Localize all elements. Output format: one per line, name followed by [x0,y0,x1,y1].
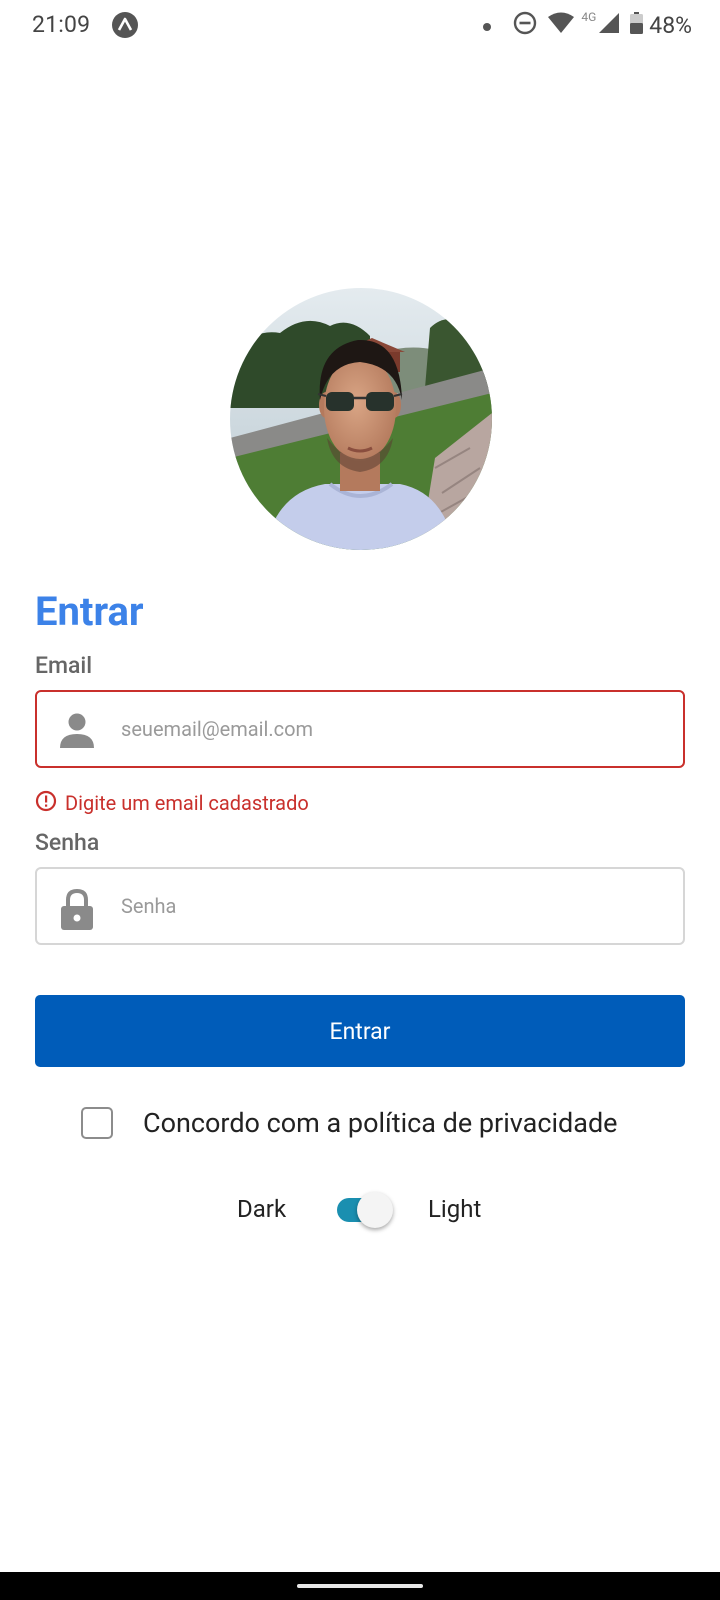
theme-toggle-thumb[interactable] [357,1192,393,1228]
email-label: Email [35,652,93,679]
theme-light-label: Light [428,1195,482,1223]
email-error-text: Digite um email cadastrado [65,791,309,815]
home-indicator[interactable] [297,1584,423,1588]
system-nav-bar [0,1572,720,1600]
password-input[interactable] [121,869,666,943]
notification-dot-icon [483,16,492,35]
do-not-disturb-icon [513,11,537,39]
password-label: Senha [35,829,100,856]
login-button[interactable]: Entrar [35,995,685,1067]
theme-dark-label: Dark [237,1195,287,1223]
lock-icon [57,887,97,930]
privacy-checkbox[interactable] [81,1107,113,1139]
email-input[interactable] [121,692,666,766]
password-field[interactable] [35,867,685,945]
email-error: Digite um email cadastrado [35,790,309,816]
page-title: Entrar [35,588,144,635]
error-icon [35,790,57,816]
expo-app-icon [112,12,138,38]
person-icon [57,710,97,750]
cell-signal-icon [598,12,620,38]
email-field[interactable] [35,690,685,768]
battery-percent: 48% [649,11,692,39]
profile-photo [230,288,492,550]
wifi-icon [547,12,575,38]
status-bar: 21:09 4G 48% [0,0,720,52]
battery-icon [630,12,644,38]
privacy-consent[interactable]: Concordo com a política de privacidade [81,1103,618,1143]
privacy-label: Concordo com a política de privacidade [143,1107,618,1139]
network-type: 4G [581,10,597,24]
status-time: 21:09 [32,11,91,38]
status-icons: 4G 48% [483,10,692,39]
theme-switcher: Dark Light [0,1190,720,1230]
